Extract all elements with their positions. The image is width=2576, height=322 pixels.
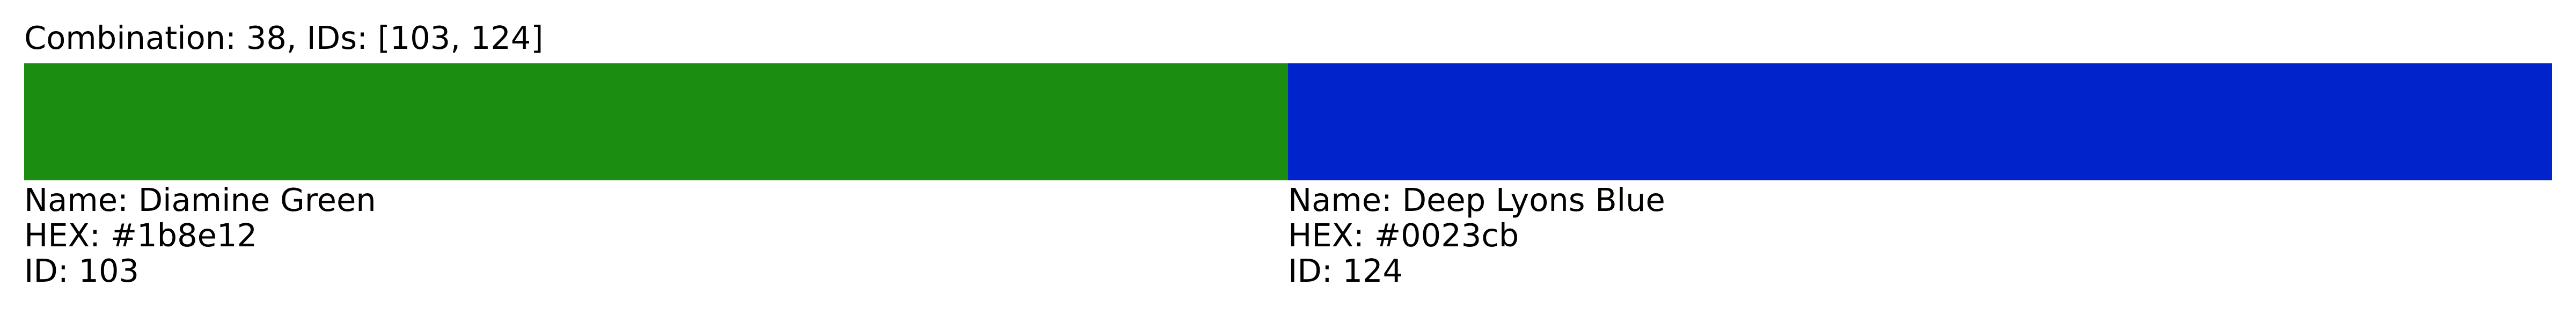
color-name: Name: Diamine Green xyxy=(24,181,376,218)
color-id: ID: 103 xyxy=(24,252,140,289)
color-info-deep-lyons-blue: Name: Deep Lyons Blue HEX: #0023cb ID: 1… xyxy=(1288,182,1665,289)
color-swatch-diamine-green xyxy=(24,63,1288,180)
combination-title: Combination: 38, IDs: [103, 124] xyxy=(24,19,544,56)
color-id: ID: 124 xyxy=(1288,252,1403,289)
color-swatch-deep-lyons-blue xyxy=(1288,63,2552,180)
color-name: Name: Deep Lyons Blue xyxy=(1288,181,1665,218)
color-info-diamine-green: Name: Diamine Green HEX: #1b8e12 ID: 103 xyxy=(24,182,376,289)
color-hex: HEX: #0023cb xyxy=(1288,217,1519,254)
color-hex: HEX: #1b8e12 xyxy=(24,217,258,254)
